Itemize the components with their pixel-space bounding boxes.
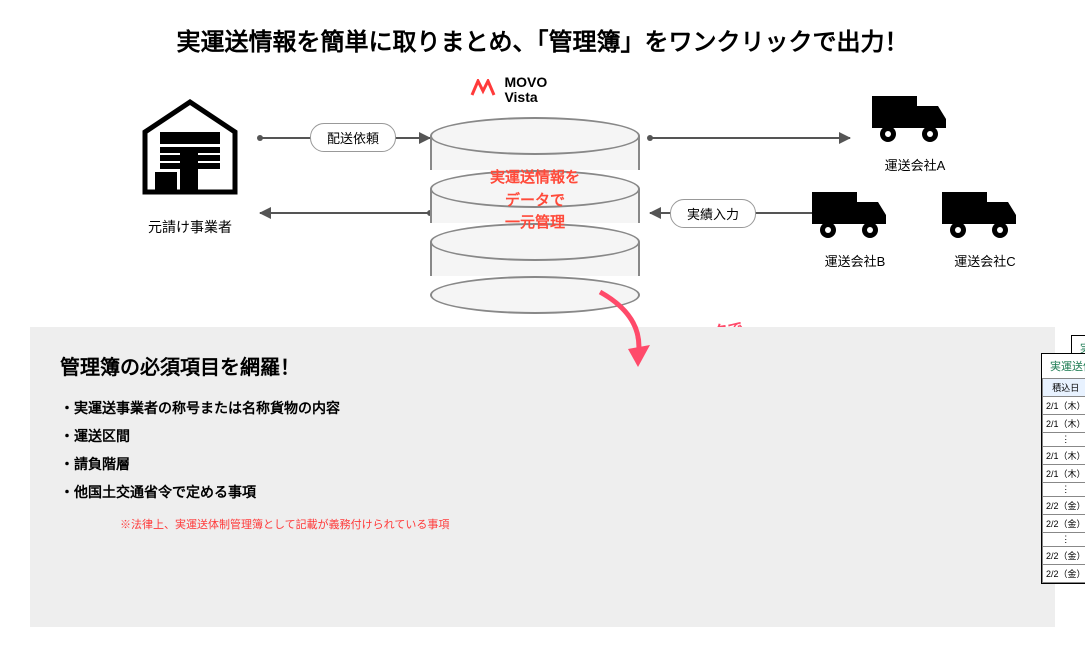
table-vdots: ⋮	[1043, 433, 1085, 447]
table-row: 2/1（木）〇〇工場～卸売店イ食料品 × b箱X運輸ー11-12〇〇	[1043, 415, 1085, 433]
table-vdots: ⋮	[1043, 533, 1085, 547]
truck-b: 運送会社B	[810, 187, 900, 270]
sheet-1: 実運送体制管理簿（食料品メーカー甲社） 積込日運送区間(※)貨物の内容(※)実運…	[1041, 353, 1085, 584]
footnote: ※法律上、実運送体制管理簿として記載が義務付けられている事項	[120, 516, 1035, 532]
list-item: ・請負階層	[60, 454, 1035, 474]
table-row: 2/2（金）〇〇工場～小売店ア食料品 × eトンX運輸ー22-11〇〇	[1043, 497, 1085, 515]
sheet-title: 実運送体制管理簿（食料品メーカー甲社）	[1042, 354, 1085, 378]
pill-result: 実績入力	[670, 199, 756, 228]
truck-a: 運送会社A	[870, 91, 960, 174]
table-row: 2/1（木）〇〇工場～小売店ア食料品 × 10トンX運輸ー11-11〇〇	[1043, 397, 1085, 415]
table-header: 積込日	[1043, 379, 1085, 397]
truck-c: 運送会社C	[940, 187, 1030, 270]
truck-b-label: 運送会社B	[810, 251, 900, 270]
table-row: 2/1（木）××工場～倉庫エ食料品 × dケースB運輸2次請け11-14〇〇	[1043, 465, 1085, 483]
brand-sub: Vista	[504, 89, 537, 105]
warehouse-icon	[140, 97, 240, 197]
table-row: 2/2（金）××工場～卸売店オ食料品 × h個D運輸3次請け22-14〇〇	[1043, 565, 1085, 583]
table-vdots: ⋮	[1043, 483, 1085, 497]
table-row: 2/2（金）××工場～倉庫エ食料品 × gケースC運輸1次請け22-13〇〇	[1043, 547, 1085, 565]
list-item: ・他国土交通省令で定める事項	[60, 482, 1035, 502]
warehouse-label: 元請け事業者	[130, 217, 250, 237]
brand-name: MOVO	[504, 74, 547, 90]
truck-a-label: 運送会社A	[870, 155, 960, 174]
bottom-title: 管理簿の必須項目を網羅！	[60, 351, 1035, 380]
curve-arrow-icon	[590, 287, 670, 377]
flow-diagram: 元請け事業者 配送依頼 MOVOVista 実運送情報をデータで一元管理 実績入…	[0, 67, 1085, 327]
brand-logo: MOVOVista	[470, 75, 600, 106]
truck-c-label: 運送会社C	[940, 251, 1030, 270]
pill-request: 配送依頼	[310, 123, 396, 152]
required-list: ・実運送事業者の称号または名称貨物の内容 ・運送区間 ・請負階層 ・他国土交通省…	[60, 398, 1035, 502]
list-item: ・運送区間	[60, 426, 1035, 446]
bottom-panel: 管理簿の必須項目を網羅！ ・実運送事業者の称号または名称貨物の内容 ・運送区間 …	[30, 327, 1055, 627]
table-row: 2/2（金）××工場～卸売店イ食料品 × f箱X運輸ー22-12〇〇	[1043, 515, 1085, 533]
report-table: 積込日運送区間(※)貨物の内容(※)実運送トラック事業者の名称(※)請負階層(※…	[1042, 378, 1085, 583]
list-item: ・実運送事業者の称号または名称貨物の内容	[60, 398, 1035, 418]
arrow-result-out	[650, 137, 850, 139]
page-title: 実運送情報を簡単に取りまとめ、「管理簿」をワンクリックで出力！	[0, 0, 1085, 67]
table-row: 2/1（木）〇〇工場～小売店ウ食料品 × c個A運輸1次請け11-13〇〇	[1043, 447, 1085, 465]
arrow-request-back	[260, 212, 430, 214]
database-text: 実運送情報をデータで一元管理	[465, 167, 605, 235]
